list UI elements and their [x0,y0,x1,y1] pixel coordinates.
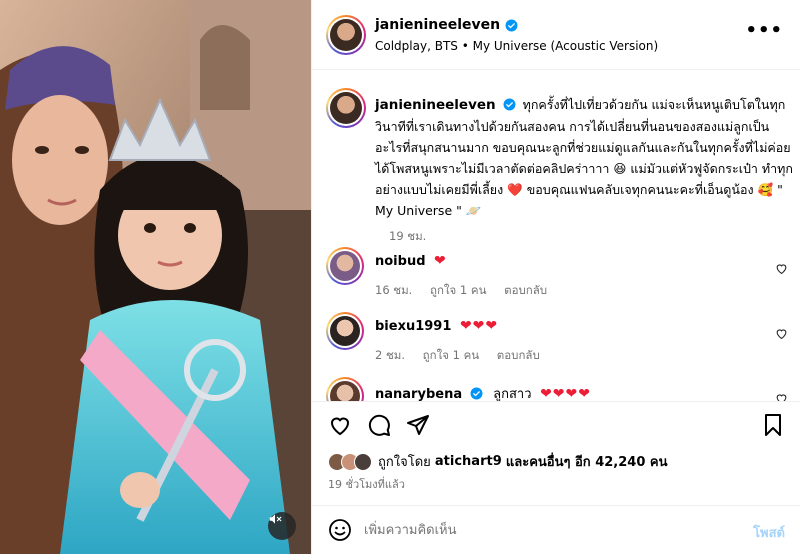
likes-prefix: ถูกใจโดย [378,455,431,470]
comment-time: 16 ชม. [375,283,413,297]
heart-outline-icon[interactable] [775,262,788,275]
share-button[interactable] [406,413,430,437]
comments-section[interactable]: janienineeleven ทุกครั้งที่ไปเที่ยวด้วยก… [312,71,800,401]
comment-item: nanarybena ลูกสาว ❤❤❤❤ [326,377,796,401]
music-link[interactable]: Coldplay, BTS • My Universe (Acoustic Ve… [375,39,658,53]
liker-avatars [328,452,372,471]
comment-username[interactable]: nanarybena ลูกสาว ❤❤❤❤ [375,383,591,401]
caption-avatar[interactable] [326,88,366,128]
comment-item: noibud ❤ 16 ชม. ถูกใจ 1 คน ตอบกลับ [326,247,796,303]
comment-username-text[interactable]: biexu1991 [375,319,451,334]
likes-summary[interactable]: ถูกใจโดย atichart9 และคนอื่นๆ อีก 42,240… [328,451,667,472]
heart-outline-icon[interactable] [775,392,788,401]
comment-time: 2 ชม. [375,348,406,362]
caption-text: janienineeleven ทุกครั้งที่ไปเที่ยวด้วยก… [375,94,793,221]
comment-avatar[interactable] [326,312,364,350]
reply-button[interactable]: ตอบกลับ [497,348,540,362]
mute-button[interactable] [268,512,296,540]
comment-username[interactable]: biexu1991 ❤❤❤ [375,318,498,334]
heart-emoji: ❤❤❤❤ [540,386,591,401]
comment-likes[interactable]: ถูกใจ 1 คน [430,283,486,297]
caption-username[interactable]: janienineeleven [375,97,496,113]
verified-badge-icon [470,387,483,400]
like-button[interactable] [328,413,352,437]
caption-body: ทุกครั้งที่ไปเที่ยวด้วยกัน แม่จะเห็นหนูเ… [375,97,793,218]
post-header: janienineeleven Coldplay, BTS • My Unive… [312,0,800,70]
speaker-muted-icon [269,514,282,524]
comment-meta: 2 ชม. ถูกใจ 1 คน ตอบกลับ [375,347,554,365]
reply-button[interactable]: ตอบกลับ [504,283,547,297]
emoji-button[interactable] [328,518,352,542]
more-options-button[interactable]: ••• [745,22,783,40]
verified-badge-icon [503,98,516,111]
post-photo[interactable] [0,0,311,554]
username-text[interactable]: janienineeleven [375,17,500,33]
avatar[interactable] [326,15,366,55]
comment-username-text[interactable]: noibud [375,254,426,269]
save-button[interactable] [761,413,785,437]
comment-text: ลูกสาว [493,387,532,401]
heart-emoji: ❤❤❤ [459,318,499,334]
post-comment-button[interactable]: โพสต์ [753,522,785,543]
heart-emoji: ❤ [434,253,447,269]
post-panel: janienineeleven Coldplay, BTS • My Unive… [311,0,800,554]
comment-item: biexu1991 ❤❤❤ 2 ชม. ถูกใจ 1 คน ตอบกลับ [326,312,796,368]
photo-illustration [0,0,311,554]
comment-likes[interactable]: ถูกใจ 1 คน [423,348,479,362]
comment-meta: 16 ชม. ถูกใจ 1 คน ตอบกลับ [375,282,561,300]
comment-button[interactable] [367,413,391,437]
heart-outline-icon[interactable] [775,327,788,340]
liker-username[interactable]: atichart9 [435,454,502,469]
add-comment-bar: โพสต์ [312,505,800,554]
avatar [354,452,372,471]
caption-time: 19 ชม. [389,229,427,243]
comment-avatar[interactable] [326,377,364,401]
comment-username-text[interactable]: nanarybena [375,387,462,401]
comment-username[interactable]: noibud ❤ [375,253,447,269]
verified-badge-icon [505,19,518,31]
likes-count[interactable]: และคนอื่นๆ อีก 42,240 คน [506,451,668,472]
post-username[interactable]: janienineeleven [375,17,518,33]
comment-avatar[interactable] [326,247,364,285]
comment-input[interactable] [364,518,724,542]
action-bar [312,401,800,449]
post-timestamp: 19 ชั่วโมงที่แล้ว [328,478,405,491]
